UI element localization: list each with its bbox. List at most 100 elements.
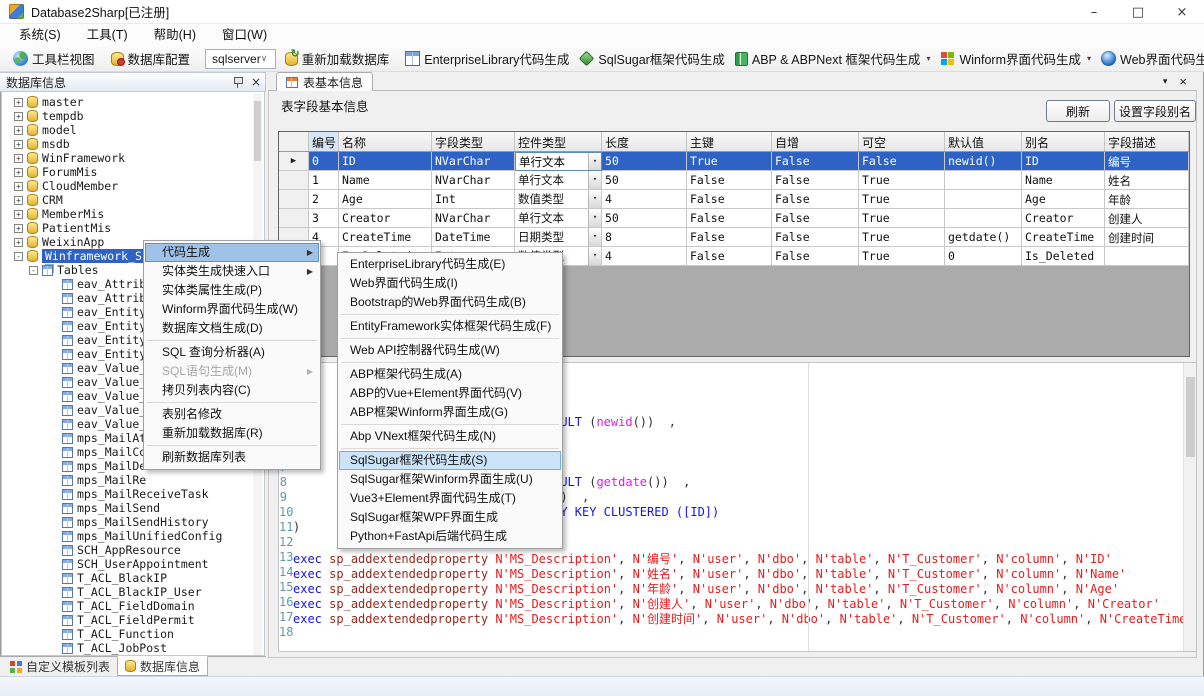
grid-cell[interactable]: Name <box>1022 171 1105 190</box>
chevron-down-icon[interactable]: ▾ <box>926 54 930 63</box>
menu-item-winform-codegen[interactable]: Winform界面代码生成(W) <box>145 300 319 319</box>
dropdown-button[interactable]: ▾ <box>588 209 601 227</box>
menu-item-db-doc[interactable]: 数据库文档生成(D) <box>145 319 319 338</box>
expand-toggle[interactable]: + <box>14 98 23 107</box>
expand-toggle[interactable]: + <box>14 210 23 219</box>
web-codegen-button[interactable]: Web界面代码生成 ▾ <box>1096 48 1204 70</box>
reload-database-button[interactable]: 重新加载数据库 <box>280 48 395 70</box>
menubar-item-tools[interactable]: 工具(T) <box>74 24 141 46</box>
grid-cell[interactable]: 单行文本▾ <box>515 152 602 171</box>
code-line[interactable]: 16exec sp_addextendedproperty N'MS_Descr… <box>279 595 1196 610</box>
grid-cell[interactable]: 数值类型▾ <box>515 190 602 209</box>
menu-item-refresh-db-list[interactable]: 刷新数据库列表 <box>145 448 319 467</box>
tree-item[interactable]: +MemberMis <box>2 207 264 221</box>
expand-toggle[interactable]: + <box>14 154 23 163</box>
dropdown-button[interactable]: ▾ <box>588 171 601 189</box>
code-line[interactable]: 18 <box>279 625 1196 640</box>
expand-toggle[interactable]: + <box>14 126 23 135</box>
tab-table-info[interactable]: 表基本信息 <box>276 72 373 91</box>
tree-item[interactable]: SCH_AppResource <box>2 543 264 557</box>
tree-item[interactable]: SCH_UserAppointment <box>2 557 264 571</box>
grid-cell[interactable]: True <box>859 190 945 209</box>
row-selector[interactable]: ▶ <box>279 152 309 171</box>
grid-cell[interactable]: getdate() <box>945 228 1022 247</box>
grid-cell[interactable]: 创建时间 <box>1105 228 1189 247</box>
close-icon[interactable]: × <box>251 76 261 88</box>
row-selector[interactable] <box>279 209 309 228</box>
submenu-item-abp-winform[interactable]: ABP框架Winform界面生成(G) <box>339 403 561 422</box>
grid-cell[interactable]: True <box>859 247 945 266</box>
expand-toggle[interactable]: + <box>14 224 23 233</box>
grid-cell[interactable]: 50 <box>602 171 687 190</box>
grid-cell[interactable]: 日期类型▾ <box>515 228 602 247</box>
grid-cell[interactable]: DateTime <box>432 228 515 247</box>
pin-icon[interactable] <box>233 76 243 88</box>
submenu-item-bootstrap-web[interactable]: Bootstrap的Web界面代码生成(B) <box>339 293 561 312</box>
table-row[interactable]: 1NameNVarChar单行文本▾50FalseFalseTrueName姓名 <box>279 171 1189 190</box>
tree-item[interactable]: +model <box>2 123 264 137</box>
tree-item[interactable]: mps_MailSendHistory <box>2 515 264 529</box>
tree-item[interactable]: T_ACL_FieldDomain <box>2 599 264 613</box>
column-header[interactable]: 长度 <box>602 132 687 151</box>
tree-item[interactable]: +WinFramework <box>2 151 264 165</box>
grid-cell[interactable]: NVarChar <box>432 209 515 228</box>
grid-cell[interactable]: Int <box>432 190 515 209</box>
submenu-item-sqlsugar[interactable]: SqlSugar框架代码生成(S) <box>339 451 561 470</box>
tree-item[interactable]: T_ACL_FieldPermit <box>2 613 264 627</box>
menu-item-reload-db[interactable]: 重新加载数据库(R) <box>145 424 319 443</box>
sqlsugar-codegen-button[interactable]: SqlSugar框架代码生成 <box>574 48 729 70</box>
table-row[interactable]: ▶0IDNVarChar单行文本▾50TrueFalseFalsenewid()… <box>279 152 1189 171</box>
tree-item[interactable]: +msdb <box>2 137 264 151</box>
tree-item[interactable]: T_ACL_BlackIP <box>2 571 264 585</box>
menu-item-entity-props[interactable]: 实体类属性生成(P) <box>145 281 319 300</box>
grid-cell[interactable]: 4 <box>602 190 687 209</box>
grid-cell[interactable]: False <box>687 228 772 247</box>
code-line[interactable]: 17exec sp_addextendedproperty N'MS_Descr… <box>279 610 1196 625</box>
expand-toggle[interactable]: - <box>14 252 23 261</box>
tree-item[interactable]: T_ACL_JobPost <box>2 641 264 655</box>
grid-cell[interactable]: 2 <box>309 190 339 209</box>
tree-item[interactable]: +CRM <box>2 193 264 207</box>
row-selector[interactable] <box>279 190 309 209</box>
grid-cell[interactable]: 50 <box>602 152 687 171</box>
menu-item-copy-list[interactable]: 拷贝列表内容(C) <box>145 381 319 400</box>
submenu-item-abp-vnext[interactable]: Abp VNext框架代码生成(N) <box>339 427 561 446</box>
grid-cell[interactable]: 单行文本▾ <box>515 171 602 190</box>
winform-codegen-button[interactable]: Winform界面代码生成 ▾ <box>935 48 1096 70</box>
dropdown-button[interactable]: ▾ <box>588 228 601 246</box>
grid-cell[interactable]: Age <box>1022 190 1105 209</box>
column-header[interactable]: 名称 <box>339 132 432 151</box>
dropdown-button[interactable]: ▾ <box>588 247 601 265</box>
menu-item-codegen[interactable]: 代码生成▶ <box>145 243 319 262</box>
dropdown-button[interactable]: ▾ <box>588 190 601 208</box>
tree-item[interactable]: +tempdb <box>2 109 264 123</box>
grid-cell[interactable]: Creator <box>1022 209 1105 228</box>
submenu-item-abp-vue[interactable]: ABP的Vue+Element界面代码(V) <box>339 384 561 403</box>
refresh-button[interactable]: 刷新 <box>1046 100 1110 122</box>
submenu-item-entityframework[interactable]: EntityFramework实体框架代码生成(F) <box>339 317 561 336</box>
grid-cell[interactable]: False <box>859 152 945 171</box>
grid-cell[interactable]: False <box>772 190 859 209</box>
db-config-button[interactable]: 数据库配置 <box>106 48 196 70</box>
menu-item-sql-analyzer[interactable]: SQL 查询分析器(A) <box>145 343 319 362</box>
column-header[interactable]: 默认值 <box>945 132 1022 151</box>
grid-cell[interactable]: 4 <box>602 247 687 266</box>
code-line[interactable]: 13exec sp_addextendedproperty N'MS_Descr… <box>279 550 1196 565</box>
grid-cell[interactable]: False <box>687 190 772 209</box>
grid-cell[interactable]: Creator <box>339 209 432 228</box>
submenu-item-python-fastapi[interactable]: Python+FastApi后端代码生成 <box>339 527 561 546</box>
table-row[interactable]: 4CreateTimeDateTime日期类型▾8FalseFalseTrueg… <box>279 228 1189 247</box>
dock-tab-database-info[interactable]: 数据库信息 <box>117 656 208 676</box>
grid-cell[interactable]: 创建人 <box>1105 209 1189 228</box>
grid-cell[interactable] <box>1105 247 1189 266</box>
tree-item[interactable]: +CloudMember <box>2 179 264 193</box>
tree-item[interactable]: +PatientMis <box>2 221 264 235</box>
grid-cell[interactable]: 1 <box>309 171 339 190</box>
submenu-item-enterprise[interactable]: EnterpriseLibrary代码生成(E) <box>339 255 561 274</box>
set-field-alias-button[interactable]: 设置字段别名 <box>1114 100 1196 122</box>
tree-item[interactable]: T_ACL_Function <box>2 627 264 641</box>
expand-toggle[interactable]: + <box>14 140 23 149</box>
submenu-item-sqlsugar-wpf[interactable]: SqlSugar框架WPF界面生成 <box>339 508 561 527</box>
grid-cell[interactable] <box>945 190 1022 209</box>
column-header[interactable]: 别名 <box>1022 132 1105 151</box>
